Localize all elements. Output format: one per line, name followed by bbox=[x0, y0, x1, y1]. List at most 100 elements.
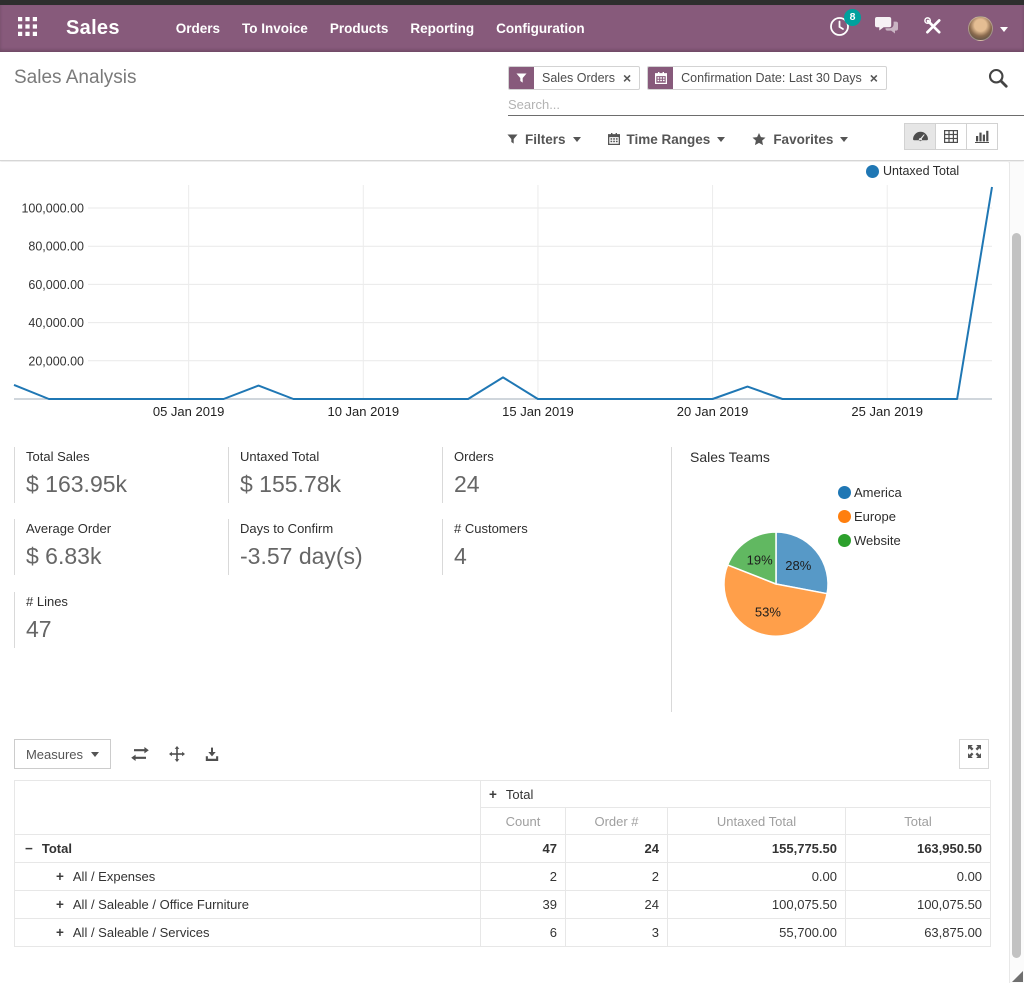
menu-time-ranges[interactable]: Time Ranges bbox=[608, 132, 726, 147]
filter-menus: Filters Time Ranges Favorites bbox=[507, 125, 848, 153]
download-icon bbox=[205, 747, 219, 761]
facet-remove-button[interactable]: × bbox=[623, 71, 639, 85]
view-switch-dashboard-view-icon[interactable] bbox=[904, 123, 936, 150]
pivot-column-header[interactable]: Order # bbox=[566, 808, 668, 835]
legend-label: Website bbox=[854, 533, 901, 548]
x-axis-tick-label: 10 Jan 2019 bbox=[327, 404, 399, 419]
scrollbar-track[interactable] bbox=[1009, 162, 1024, 983]
pivot-cell: 2 bbox=[566, 863, 668, 891]
expand-icon[interactable]: + bbox=[56, 897, 64, 912]
x-axis-tick-label: 05 Jan 2019 bbox=[153, 404, 225, 419]
pie-legend: America Europe Website bbox=[838, 485, 902, 557]
legend-dot bbox=[838, 486, 851, 499]
pivot-cell: 24 bbox=[566, 891, 668, 919]
pivot-cell: 47 bbox=[481, 835, 566, 863]
y-axis-tick-label: 100,000.00 bbox=[21, 202, 84, 216]
pivot-row-header[interactable]: −Total bbox=[15, 835, 481, 863]
flip-axis-button[interactable] bbox=[131, 747, 149, 761]
expand-button[interactable] bbox=[169, 746, 185, 762]
kpi-label: Average Order bbox=[26, 519, 214, 536]
pivot-column-header[interactable]: Total bbox=[846, 808, 991, 835]
x-axis-tick-label: 25 Jan 2019 bbox=[851, 404, 923, 419]
apps-grid-icon bbox=[18, 17, 37, 41]
developer-tools-button[interactable] bbox=[923, 16, 943, 41]
pie-slice-label: 53% bbox=[755, 604, 781, 619]
facet-remove-button[interactable]: × bbox=[870, 71, 886, 85]
menu-favorites[interactable]: Favorites bbox=[752, 132, 848, 147]
pivot-cell: 55,700.00 bbox=[668, 919, 846, 947]
kpi-value: $ 163.95k bbox=[26, 471, 214, 498]
legend-dot bbox=[866, 165, 879, 178]
fullscreen-button[interactable] bbox=[959, 739, 989, 769]
systray: 8 bbox=[829, 16, 1008, 42]
collapse-icon[interactable]: − bbox=[25, 841, 33, 856]
facet-label: Sales Orders bbox=[534, 71, 623, 85]
pivot-row-header[interactable]: +All / Saleable / Services bbox=[15, 919, 481, 947]
expand-icon[interactable]: + bbox=[489, 787, 497, 802]
search-input[interactable] bbox=[508, 93, 1024, 115]
pivot-cell: 24 bbox=[566, 835, 668, 863]
fullscreen-icon bbox=[968, 745, 981, 763]
pivot-column-header[interactable]: Untaxed Total bbox=[668, 808, 846, 835]
page-title: Sales Analysis bbox=[14, 67, 137, 89]
scrollbar-thumb[interactable] bbox=[1012, 233, 1021, 958]
resize-grip[interactable] bbox=[1012, 971, 1023, 982]
y-axis-tick-label: 80,000.00 bbox=[28, 240, 84, 254]
line-chart-legend[interactable]: Untaxed Total bbox=[866, 164, 959, 178]
chat-icon bbox=[875, 17, 898, 40]
pivot-column-header[interactable]: Count bbox=[481, 808, 566, 835]
pivot-cell: 155,775.50 bbox=[668, 835, 846, 863]
expand-icon[interactable]: + bbox=[56, 869, 64, 884]
pivot-column-group-header[interactable]: + Total bbox=[481, 781, 991, 808]
sales-line-chart: 20,000.0040,000.0060,000.0080,000.00100,… bbox=[0, 162, 1008, 425]
chevron-down-icon bbox=[840, 137, 848, 146]
kpi-value: 47 bbox=[26, 616, 214, 643]
pie-legend-item-europe[interactable]: Europe bbox=[838, 509, 902, 524]
view-switch-graph-view-icon[interactable] bbox=[966, 123, 998, 150]
nav-item-to-invoice[interactable]: To Invoice bbox=[242, 17, 308, 40]
nav-item-orders[interactable]: Orders bbox=[176, 17, 220, 40]
nav-item-configuration[interactable]: Configuration bbox=[496, 17, 584, 40]
search-bar bbox=[508, 93, 1024, 116]
kpi-value: 24 bbox=[454, 471, 642, 498]
pivot-corner-cell bbox=[15, 781, 481, 835]
untaxed-total-line bbox=[14, 187, 992, 399]
legend-label: Europe bbox=[854, 509, 896, 524]
table-row: +All / Saleable / Office Furniture392410… bbox=[15, 891, 991, 919]
user-menu-button[interactable] bbox=[968, 16, 1008, 41]
view-switch-pivot-view-icon[interactable] bbox=[935, 123, 967, 150]
filter-icon bbox=[507, 134, 518, 145]
pie-legend-item-website[interactable]: Website bbox=[838, 533, 902, 548]
activity-menu-button[interactable]: 8 bbox=[829, 16, 850, 42]
pie-legend-item-america[interactable]: America bbox=[838, 485, 902, 500]
apps-menu-button[interactable] bbox=[14, 16, 40, 42]
kpi-label: # Customers bbox=[454, 519, 642, 536]
pivot-row-header[interactable]: +All / Saleable / Office Furniture bbox=[15, 891, 481, 919]
menu-filters[interactable]: Filters bbox=[507, 132, 581, 147]
download-button[interactable] bbox=[205, 747, 219, 761]
vertical-divider bbox=[671, 447, 672, 712]
search-magnifier-icon[interactable] bbox=[988, 68, 1008, 93]
chevron-down-icon bbox=[717, 137, 725, 146]
kpi-label: # Lines bbox=[26, 592, 214, 609]
kpi-card--customers: # Customers4 bbox=[442, 519, 642, 575]
pivot-cell: 100,075.50 bbox=[668, 891, 846, 919]
pivot-row-header[interactable]: +All / Expenses bbox=[15, 863, 481, 891]
nav-item-products[interactable]: Products bbox=[330, 17, 389, 40]
kpi-label: Total Sales bbox=[26, 447, 214, 464]
facet-label: Confirmation Date: Last 30 Days bbox=[673, 71, 870, 85]
menu-label: Time Ranges bbox=[627, 132, 711, 147]
pie-slice-label: 19% bbox=[747, 553, 773, 568]
sales-teams-pie-chart: 28%53%19% bbox=[712, 520, 840, 648]
column-group-label: Total bbox=[506, 787, 533, 802]
nav-item-reporting[interactable]: Reporting bbox=[410, 17, 474, 40]
measures-button[interactable]: Measures bbox=[14, 739, 111, 769]
tools-icon bbox=[923, 16, 943, 41]
app-title[interactable]: Sales bbox=[66, 17, 120, 40]
chevron-down-icon bbox=[573, 137, 581, 146]
messages-button[interactable] bbox=[875, 17, 898, 40]
kpi-card-total-sales: Total Sales $ 163.95k bbox=[14, 447, 214, 503]
sales-teams-title: Sales Teams bbox=[690, 449, 770, 465]
expand-icon[interactable]: + bbox=[56, 925, 64, 940]
kpi-card-days-to-confirm: Days to Confirm-3.57 day(s) bbox=[228, 519, 428, 575]
